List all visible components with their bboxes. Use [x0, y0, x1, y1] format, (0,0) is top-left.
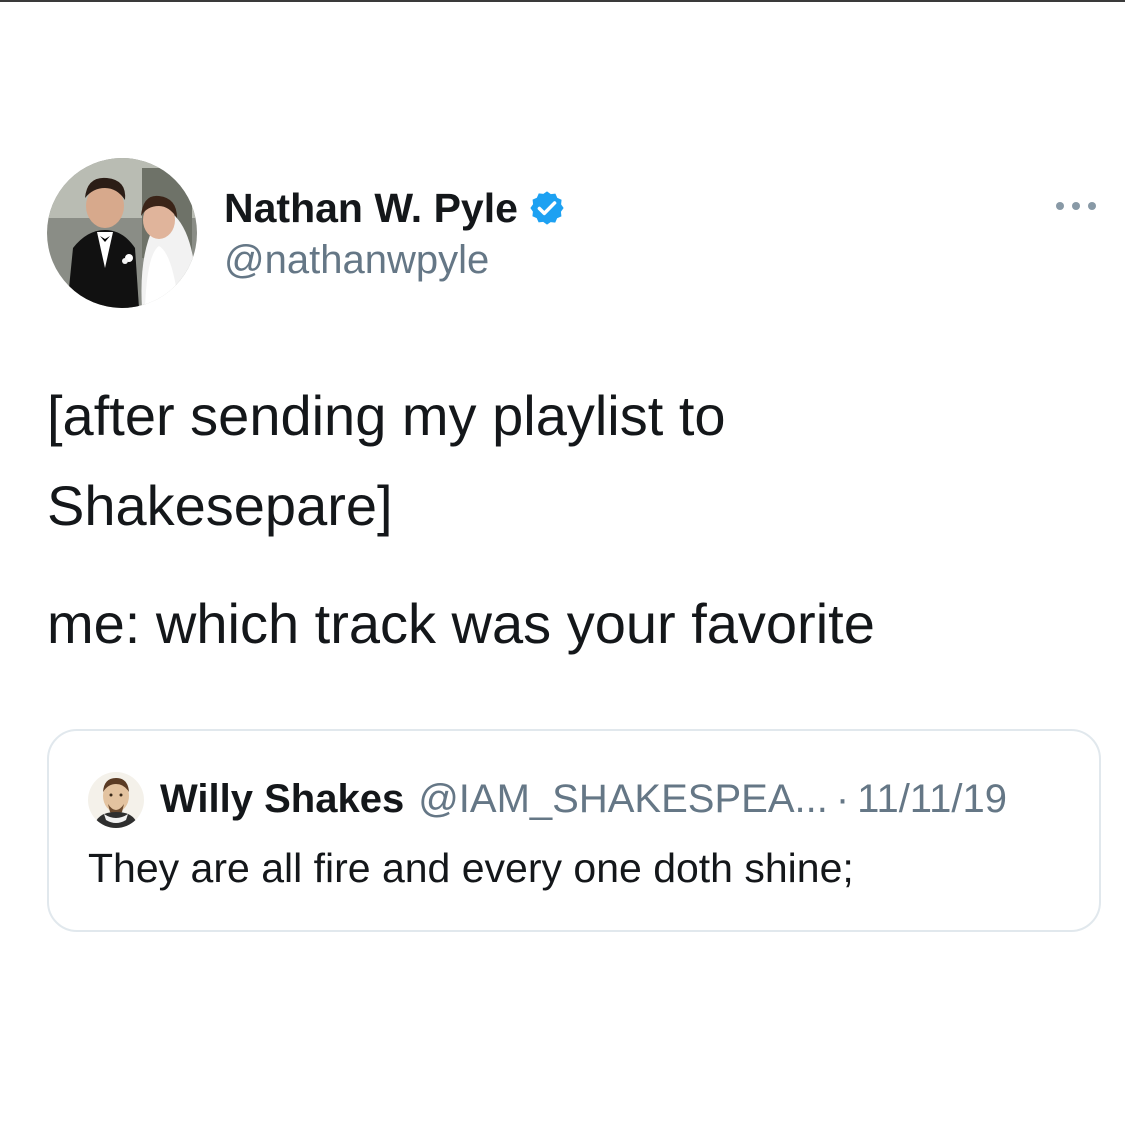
quoted-author-handle[interactable]: @IAM_SHAKESPEA...	[418, 777, 828, 822]
author-avatar[interactable]	[47, 158, 197, 308]
profile-photo-icon	[47, 158, 197, 308]
more-options-icon[interactable]	[1053, 194, 1099, 218]
shakespeare-portrait-icon	[88, 772, 144, 828]
top-divider	[0, 0, 1125, 2]
quoted-tweet-date[interactable]: 11/11/19	[857, 777, 1007, 822]
author-display-name[interactable]: Nathan W. Pyle	[224, 185, 518, 232]
quoted-tweet-header: Willy Shakes @IAM_SHAKESPEA... · 11/11/1…	[160, 769, 1007, 829]
author-name-row: Nathan W. Pyle	[224, 182, 566, 234]
dot-separator: ·	[835, 776, 850, 821]
quoted-tweet-text: They are all fire and every one doth shi…	[88, 845, 854, 891]
tweet-text-line: Shakesepare]	[47, 474, 393, 537]
tweet-text-line: [after sending my playlist to	[47, 384, 726, 447]
quoted-author-display-name[interactable]: Willy Shakes	[160, 777, 404, 822]
tweet-text-line: me: which track was your favorite	[47, 592, 875, 655]
quoted-tweet-card[interactable]: Willy Shakes @IAM_SHAKESPEA... · 11/11/1…	[47, 729, 1101, 932]
quoted-author-avatar[interactable]	[88, 772, 144, 828]
author-handle[interactable]: @nathanwpyle	[224, 238, 489, 283]
verified-badge-icon	[528, 189, 566, 227]
